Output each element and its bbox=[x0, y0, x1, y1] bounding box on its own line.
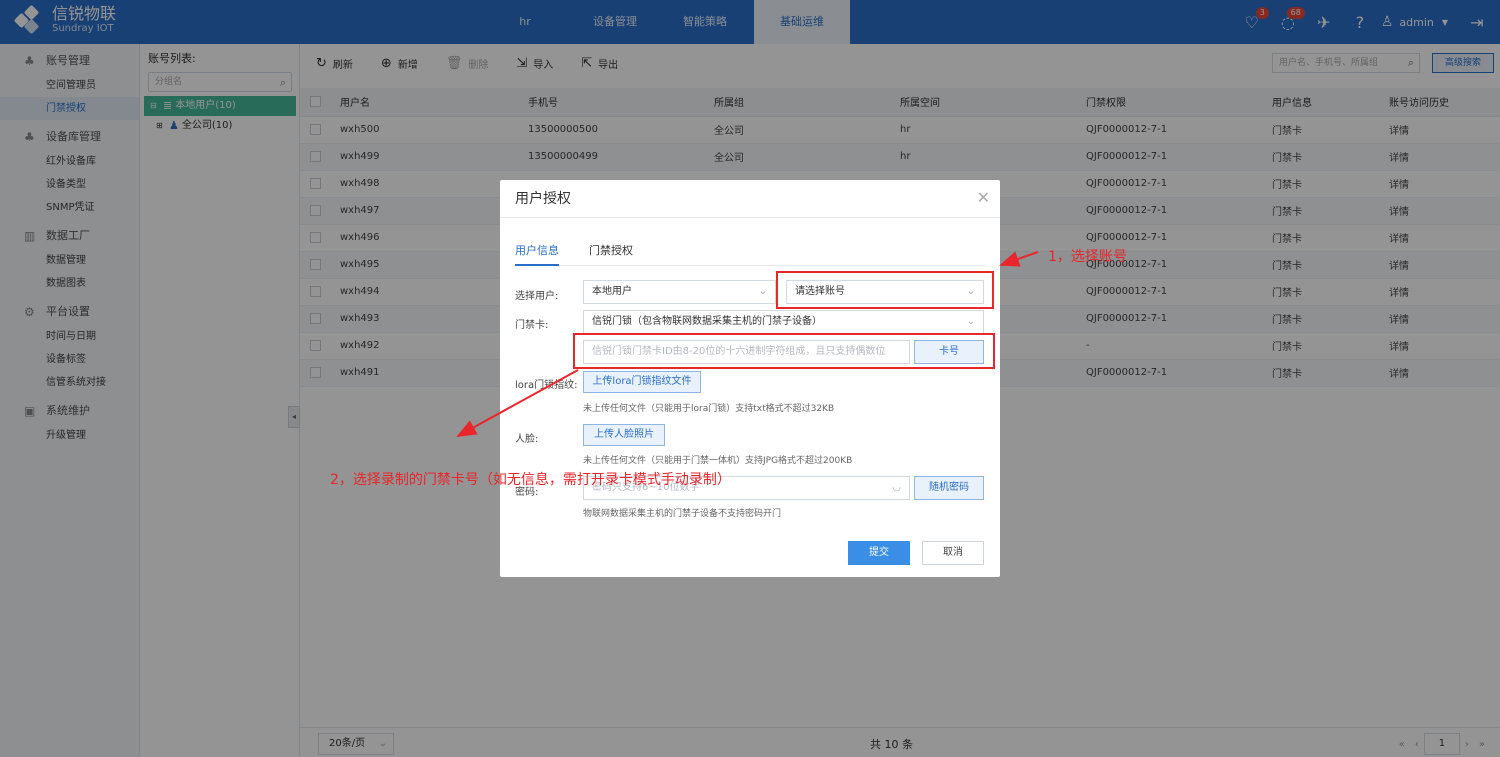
annotation-arrows bbox=[456, 251, 1039, 437]
annotation-step-1: 1，选择账号 bbox=[1048, 249, 1127, 265]
arrow-step-2 bbox=[456, 369, 579, 437]
arrow-step-1 bbox=[999, 251, 1039, 267]
annotation-step-2: 2，选择录制的门禁卡号（如无信息，需打开录卡模式手动录制） bbox=[330, 472, 731, 488]
